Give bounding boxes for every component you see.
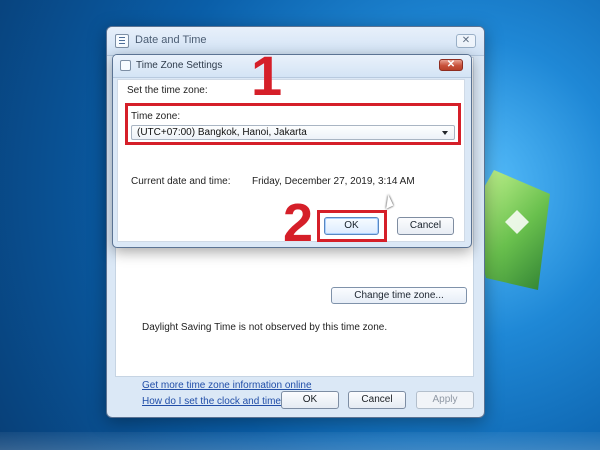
change-time-zone-button[interactable]: Change time zone... [331, 287, 467, 304]
date-and-time-close-button[interactable]: ✕ [456, 34, 476, 48]
date-and-time-apply-button[interactable]: Apply [416, 391, 474, 409]
time-zone-select[interactable]: (UTC+07:00) Bangkok, Hanoi, Jakarta [131, 125, 455, 140]
date-and-time-cancel-button[interactable]: Cancel [348, 391, 406, 409]
selected-time-zone-value: (UTC+07:00) Bangkok, Hanoi, Jakarta [137, 127, 307, 138]
time-zone-settings-title: Time Zone Settings [136, 60, 223, 71]
daylight-saving-message: Daylight Saving Time is not observed by … [142, 322, 388, 333]
time-zone-cancel-button[interactable]: Cancel [397, 217, 454, 235]
step-two-marker: 2 [283, 193, 314, 253]
date-and-time-title: Date and Time [135, 34, 207, 46]
current-date-time-value: Friday, December 27, 2019, 3:14 AM [252, 176, 415, 187]
time-zone-ok-button[interactable]: OK [324, 217, 379, 235]
time-zone-label: Time zone: [131, 111, 181, 122]
chevron-down-icon [442, 131, 448, 135]
date-and-time-ok-button[interactable]: OK [281, 391, 339, 409]
step-one-marker: 1 [251, 44, 283, 107]
taskbar-sheen [0, 432, 600, 450]
time-zone-settings-close-button[interactable]: ✕ [439, 59, 463, 71]
date-and-time-titlebar: Date and Time ✕ [107, 27, 484, 56]
date-and-time-button-row: OK Cancel Apply [107, 387, 484, 415]
time-zone-settings-icon [120, 60, 131, 71]
current-date-time-label: Current date and time: [131, 176, 231, 187]
time-zone-settings-titlebar: Time Zone Settings ✕ [113, 55, 471, 78]
date-time-window-icon [115, 34, 129, 48]
set-time-zone-prompt: Set the time zone: [127, 85, 208, 96]
